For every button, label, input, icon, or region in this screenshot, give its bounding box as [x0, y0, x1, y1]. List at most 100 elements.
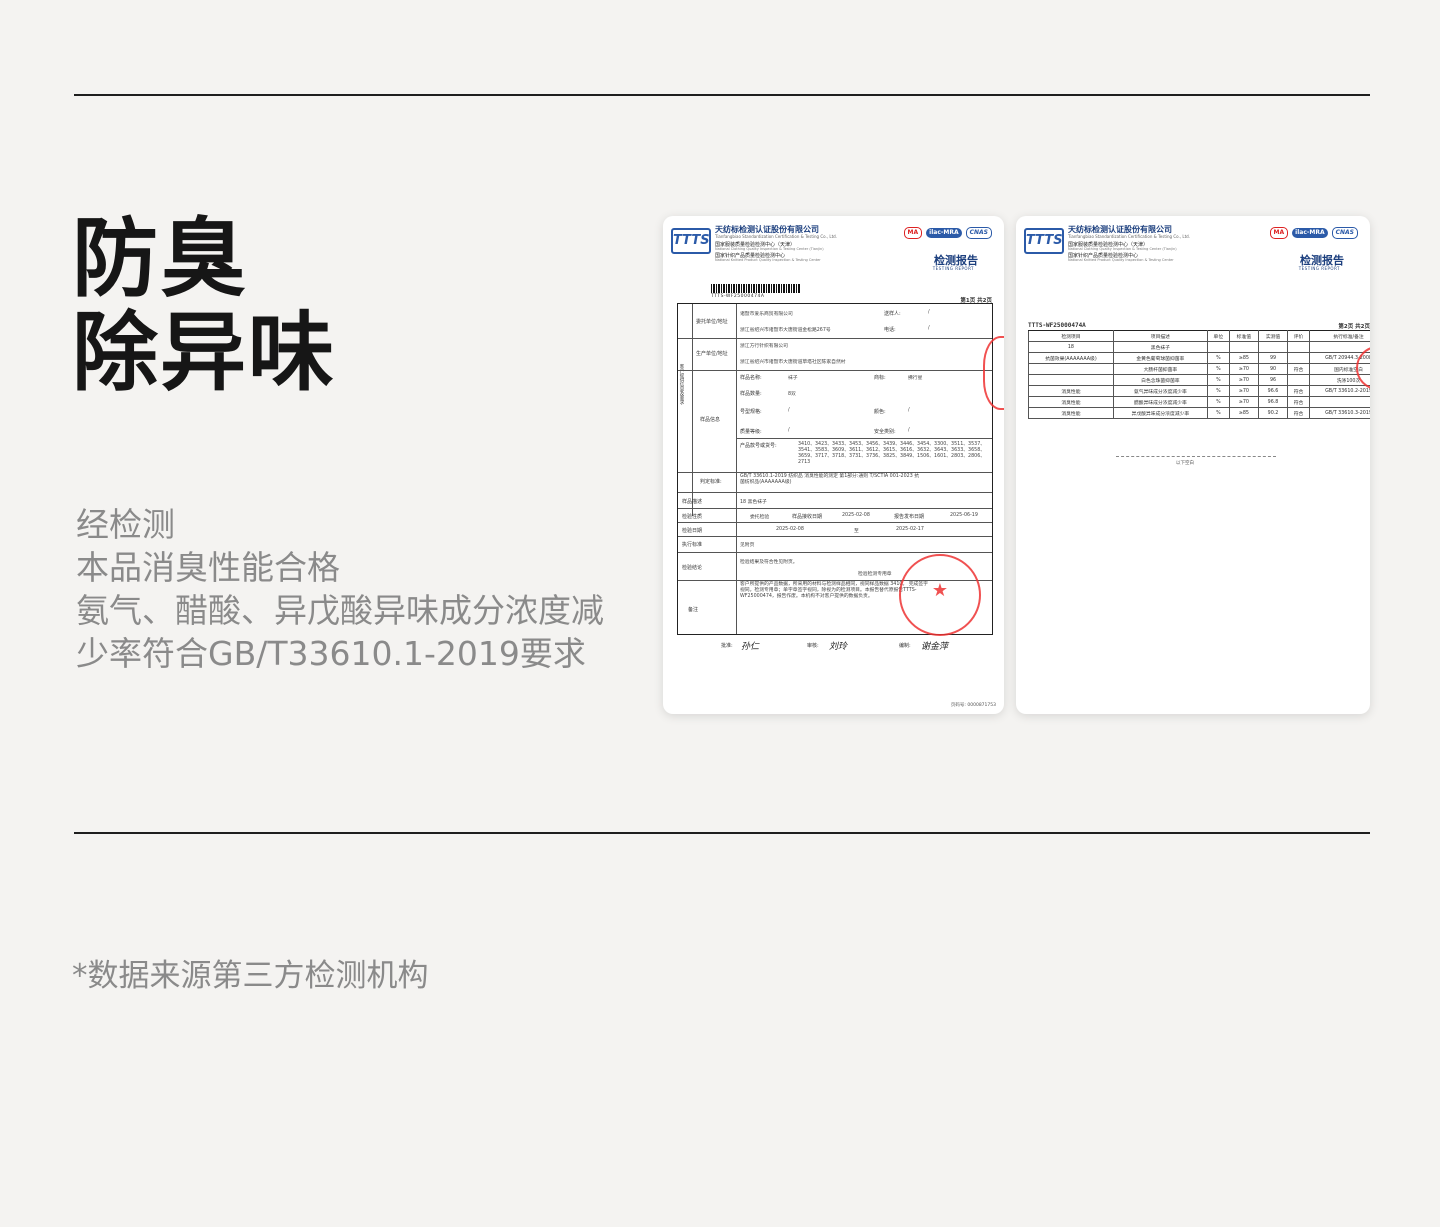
- model-label: 号型规格:: [740, 409, 762, 415]
- table-cell: [1287, 352, 1311, 364]
- table-row: [736, 438, 992, 439]
- table-row: [678, 492, 992, 493]
- approver-signature: 孙仁: [741, 642, 760, 652]
- table-row: 大肠杆菌抑菌率% ≥70 90 符合 国内标准空白: [1028, 363, 1370, 375]
- phone-value: /: [928, 326, 930, 331]
- table-cell: 90.2: [1257, 407, 1289, 419]
- table-row: [678, 536, 992, 537]
- table-cell: ≥85: [1228, 407, 1259, 419]
- barcode-icon: [711, 284, 801, 293]
- report-title-en: TESTING REPORT: [1298, 266, 1340, 271]
- table-cell: 白色念珠菌抑菌率: [1112, 374, 1208, 386]
- test-report-page-2[interactable]: TTTS 天纺标检测认证股份有限公司 Tianfangbiao Standard…: [1016, 216, 1370, 714]
- remark-label: 备注: [688, 607, 699, 613]
- phone-label: 电话:: [884, 327, 896, 333]
- ilac-mark-icon: ilac-MRA: [926, 228, 962, 238]
- table-cell: 18: [1028, 341, 1114, 353]
- grade-label: 质量等级:: [740, 429, 762, 435]
- headline: 防臭 除异味: [72, 212, 336, 400]
- end-divider: [1116, 456, 1276, 457]
- description-line-2: 本品消臭性能合格: [76, 548, 340, 587]
- table-cell: [1257, 341, 1289, 353]
- standard-value: GB/T 33610.1-2019 纺织品 消臭性能的测定 第1部分:通则 T/…: [740, 474, 920, 485]
- inspect-type: 委托检验: [750, 515, 770, 520]
- color-label: 颜色:: [874, 409, 886, 415]
- recv-date: 2025-02-08: [842, 513, 870, 518]
- stamp-label: 检验检测专用章: [858, 572, 892, 577]
- recv-date-label: 样品接收日期: [792, 514, 823, 520]
- column-header: 单位: [1206, 330, 1230, 342]
- conclusion-value: 检验结果及符合性见附页。: [740, 560, 798, 565]
- signatures: 批准: 孙仁 审核: 刘玲 编制: 谢金萍: [719, 639, 979, 653]
- issue-date: 2025-06-19: [950, 513, 978, 518]
- table-cell: [1287, 374, 1311, 386]
- table-cell: 消臭性能: [1028, 407, 1114, 419]
- table-cell: [1309, 341, 1370, 353]
- sample-qty-label: 样品数量:: [740, 391, 762, 397]
- table-cell: 符合: [1287, 407, 1311, 419]
- table-row: 消臭性能 醋酸异味成分浓度减少率% ≥70 96.8 符合: [1028, 396, 1370, 408]
- table-cell: [1309, 396, 1370, 408]
- maker-label: 生产单位/地址: [696, 351, 728, 357]
- bottom-divider: [74, 832, 1370, 834]
- report-title-en: TESTING REPORT: [932, 266, 974, 271]
- test-report-page-1[interactable]: TTTS 天纺标检测认证股份有限公司 Tianfangbiao Standard…: [663, 216, 1004, 714]
- report-number: TTTS-WF25000474A: [711, 294, 765, 299]
- model-value: /: [788, 408, 790, 413]
- table-cell: ≥70: [1228, 385, 1259, 397]
- table-row: [678, 370, 992, 371]
- table-header-row: 检测项目 项目描述 单位 标准值 实测值 评价 执行标准/备注: [1028, 330, 1370, 342]
- description-line-3: 氨气、醋酸、异戊酸异味成分浓度减: [76, 591, 604, 630]
- table-cell: %: [1206, 385, 1230, 397]
- products-label: 产品款号或货号:: [740, 443, 777, 449]
- brand-value: 拂行星: [908, 376, 923, 381]
- column-header: 检测项目: [1028, 330, 1114, 342]
- table-cell: %: [1206, 363, 1230, 375]
- client-name: 诸暨市爱乐商贸有限公司: [740, 312, 793, 317]
- column-header: 项目描述: [1112, 330, 1208, 342]
- table-row: [678, 522, 992, 523]
- table-cell: ≥70: [1228, 396, 1259, 408]
- accreditation-marks: MA ilac-MRA CNAS: [903, 226, 992, 240]
- table-row: 白色念珠菌抑菌率% ≥70 96 洗涤100次: [1028, 374, 1370, 386]
- product-codes: 3410、3423、3433、3453、3456、3439、3446、3454、…: [798, 442, 986, 465]
- table-cell: [1206, 341, 1230, 353]
- table-row: [678, 472, 992, 473]
- table-cell: 消臭性能: [1028, 396, 1114, 408]
- ma-mark-icon: MA: [1269, 227, 1289, 239]
- table-row: [678, 338, 992, 339]
- table-cell: 96.6: [1257, 385, 1289, 397]
- ma-mark-icon: MA: [903, 227, 923, 239]
- table-cell: ≥70: [1228, 374, 1259, 386]
- page-number: 第2页 共2页: [1338, 324, 1370, 330]
- exec-label: 执行标准: [682, 542, 703, 548]
- desc-value: 18 黑色袜子: [740, 500, 767, 505]
- end-text: 以下空白: [1176, 461, 1194, 466]
- serial-number: 页码号: 0000871753: [950, 703, 996, 708]
- sample-qty: 8双: [788, 392, 796, 397]
- source-footnote: *数据来源第三方检测机构: [72, 958, 429, 994]
- table-cell: 符合: [1287, 385, 1311, 397]
- center-name-1-en: National Clothing Quality Inspection & T…: [1068, 247, 1177, 251]
- table-cell: 消臭性能: [1028, 385, 1114, 397]
- inspect-type-label: 检验性质: [682, 514, 703, 520]
- issue-date-label: 报告发布日期: [894, 514, 925, 520]
- column-header: 评价: [1287, 330, 1311, 342]
- client-address: 浙江省绍兴市诸暨市大唐街道金松路267号: [740, 328, 831, 333]
- table-cell: %: [1206, 407, 1230, 419]
- safety-value: /: [908, 428, 910, 433]
- table-row: 抗菌效果(AAAAAAA级) 金黄色葡萄球菌抑菌率% ≥85 99 GB/T 20944…: [1028, 352, 1370, 364]
- conclusion-label: 检验结论: [682, 565, 703, 571]
- description-line-4: 少率符合GB/T33610.1-2019要求: [76, 634, 586, 673]
- client-label: 委托单位/地址: [696, 319, 728, 325]
- test-date-from: 2025-02-08: [776, 527, 804, 532]
- sample-name-label: 样品名称:: [740, 375, 762, 381]
- table-cell: 金黄色葡萄球菌抑菌率: [1112, 352, 1208, 364]
- table-row: 消臭性能 氨气异味成分浓度减少率% ≥70 96.6 符合 GB/T 33610.2-20…: [1028, 385, 1370, 397]
- grade-value: /: [788, 428, 790, 433]
- ttts-logo-icon: TTTS: [1024, 228, 1064, 254]
- sender-value: /: [928, 310, 930, 315]
- cnas-mark-icon: CNAS: [1331, 227, 1358, 239]
- test-date-to-word: 至: [854, 529, 859, 534]
- table-divider: [692, 304, 693, 516]
